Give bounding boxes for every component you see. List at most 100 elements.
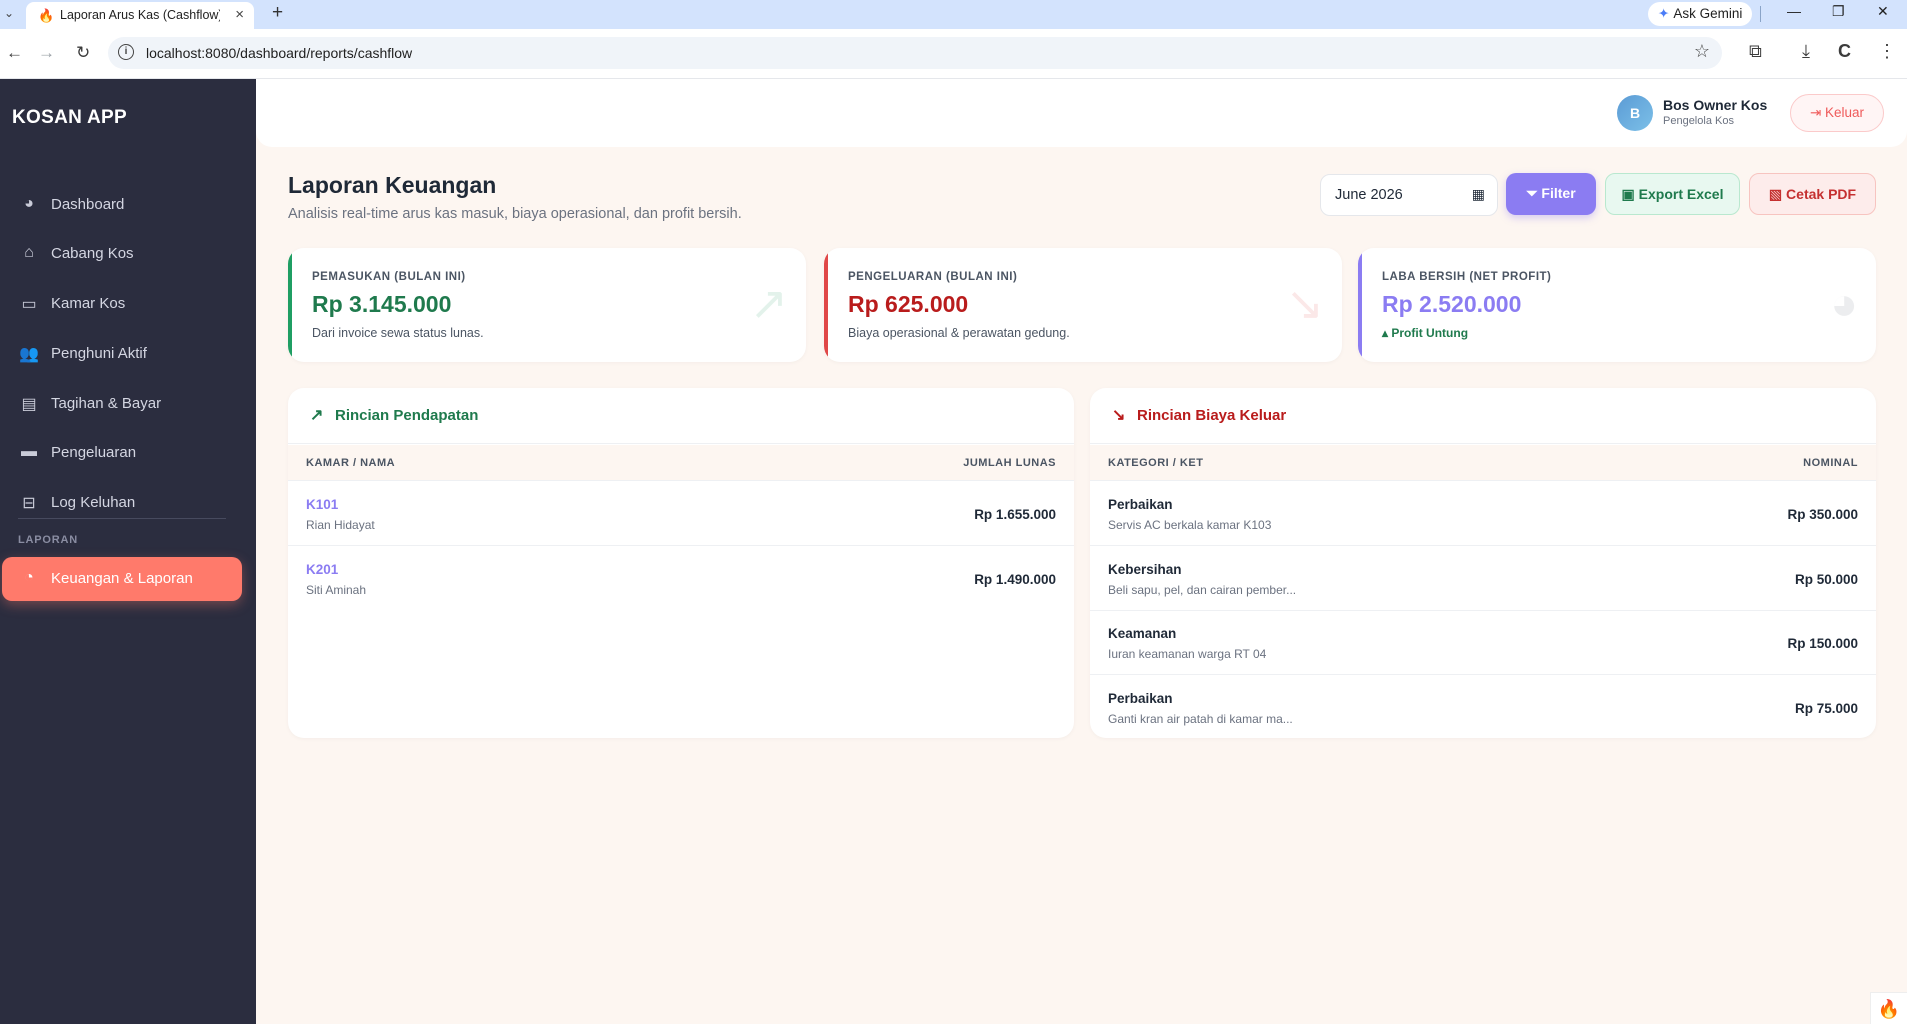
calendar-icon[interactable]: ▦ (1472, 186, 1485, 203)
window-divider (1760, 6, 1761, 22)
profile-icon[interactable]: C (1838, 41, 1851, 62)
back-arrow-icon[interactable]: ← (6, 43, 23, 63)
excel-file-icon: ▣ (1621, 186, 1635, 202)
stat-value: Rp 3.145.000 (312, 291, 452, 317)
user-name: Bos Owner Kos (1663, 97, 1768, 113)
table-row[interactable]: Perbaikan Servis AC berkala kamar K103 R… (1090, 482, 1876, 546)
profit-stat-card: LABA BERSIH (NET PROFIT) Rp 2.520.000 ▴ … (1358, 248, 1876, 362)
sidebar-item-label: Pengeluaran (51, 444, 137, 461)
close-window-icon[interactable]: ✕ (1877, 3, 1889, 20)
filter-button[interactable]: ⏷ Filter (1506, 173, 1596, 215)
sidebar-item-cabang-kos[interactable]: ⌂ Cabang Kos (2, 232, 242, 276)
amount: Rp 350.000 (1787, 507, 1858, 522)
filter-label: Filter (1541, 185, 1576, 201)
sidebar-item-label: Log Keluhan (51, 494, 136, 511)
stat-value: Rp 2.520.000 (1382, 291, 1522, 317)
sidebar-section-label: LAPORAN (18, 534, 78, 546)
panel-title: Rincian Pendapatan (335, 407, 479, 424)
sidebar-item-tagihan-bayar[interactable]: ▤ Tagihan & Bayar (2, 382, 242, 426)
month-picker[interactable]: June 2026 ▦ (1320, 174, 1498, 216)
table-row[interactable]: Keamanan Iuran keamanan warga RT 04 Rp 1… (1090, 611, 1876, 675)
trend-up-icon: ↗ (749, 277, 788, 329)
table-row[interactable]: Perbaikan Ganti kran air patah di kamar … (1090, 676, 1876, 738)
browser-toolbar: ← → ↻ i localhost:8080/dashboard/reports… (0, 29, 1907, 79)
sidebar-item-keuangan-laporan[interactable]: ◔ Keuangan & Laporan (2, 557, 242, 601)
amount: Rp 1.490.000 (974, 572, 1056, 587)
column-header: NOMINAL (1803, 457, 1858, 469)
month-value: June 2026 (1335, 187, 1403, 203)
stat-label: LABA BERSIH (NET PROFIT) (1382, 271, 1552, 283)
tenant-name: Siti Aminah (306, 583, 367, 597)
ask-gemini-button[interactable]: ✦ Ask Gemini (1648, 2, 1753, 26)
print-pdf-button[interactable]: ▧ Cetak PDF (1749, 173, 1876, 215)
expense-category: Perbaikan (1108, 497, 1173, 512)
new-tab-icon[interactable]: + (272, 2, 283, 24)
sidebar-item-penghuni-aktif[interactable]: 👥 Penghuni Aktif (2, 332, 242, 376)
address-bar[interactable]: i localhost:8080/dashboard/reports/cashf… (108, 37, 1722, 69)
card-accent (1358, 248, 1362, 362)
sidebar-item-kamar-kos[interactable]: ▭ Kamar Kos (2, 282, 242, 326)
sidebar-divider (18, 518, 226, 519)
site-info-icon[interactable]: i (118, 44, 134, 60)
room-link[interactable]: K101 (306, 497, 338, 512)
sidebar-item-label: Kamar Kos (51, 295, 126, 312)
logout-label: Keluar (1825, 105, 1865, 120)
flame-icon[interactable]: 🔥 (1870, 992, 1907, 1024)
card-accent (288, 248, 292, 362)
top-header: B Bos Owner Kos Pengelola Kos ⇥ Keluar (256, 79, 1907, 147)
sidebar-item-label: Dashboard (51, 196, 125, 213)
expense-description: Ganti kran air patah di kamar ma... (1108, 712, 1293, 726)
stat-label: PENGELUARAN (BULAN INI) (848, 271, 1018, 283)
table-row[interactable]: K101 Rian Hidayat Rp 1.655.000 (288, 482, 1074, 546)
table-header: KAMAR / NAMA JUMLAH LUNAS (288, 445, 1074, 481)
sidebar-item-label: Keuangan & Laporan (51, 570, 193, 587)
page-subtitle: Analisis real-time arus kas masuk, biaya… (288, 206, 742, 222)
trend-up-icon: ↗ (310, 407, 324, 424)
panel-title: Rincian Biaya Keluar (1137, 407, 1287, 424)
column-header: JUMLAH LUNAS (963, 457, 1056, 469)
minimize-icon[interactable]: — (1787, 3, 1801, 19)
income-stat-card: PEMASUKAN (BULAN INI) Rp 3.145.000 Dari … (288, 248, 806, 362)
export-excel-button[interactable]: ▣ Export Excel (1605, 173, 1740, 215)
table-row[interactable]: Kebersihan Beli sapu, pel, dan cairan pe… (1090, 547, 1876, 611)
bookmark-star-icon[interactable]: ☆ (1694, 41, 1710, 62)
sidebar-item-label: Cabang Kos (51, 245, 134, 262)
expense-category: Kebersihan (1108, 562, 1182, 577)
profit-status: ▴ Profit Untung (1382, 326, 1468, 340)
room-link[interactable]: K201 (306, 562, 338, 577)
tab-title: Laporan Arus Kas (Cashflow) - K (60, 8, 220, 22)
table-header: KATEGORI / KET NOMINAL (1090, 445, 1876, 481)
profit-status-label: Profit Untung (1391, 326, 1469, 340)
tab-close-icon[interactable]: × (235, 6, 244, 23)
home-icon: ⌂ (24, 244, 34, 261)
download-icon[interactable]: ⤓ (1802, 41, 1810, 62)
user-role: Pengelola Kos (1663, 115, 1734, 127)
extensions-icon[interactable]: ⧉ (1749, 41, 1762, 62)
brand-logo: KOSAN APP (12, 107, 127, 128)
browser-tab[interactable]: 🔥 Laporan Arus Kas (Cashflow) - K × (26, 2, 254, 29)
avatar[interactable]: B (1617, 95, 1653, 131)
forward-arrow-icon[interactable]: → (38, 43, 55, 63)
tab-search-icon[interactable]: ⌄ (4, 6, 14, 20)
trend-down-icon: ↘ (1285, 277, 1324, 329)
more-menu-icon[interactable]: ⋮ (1878, 41, 1896, 62)
card-accent (824, 248, 828, 362)
table-row[interactable]: K201 Siti Aminah Rp 1.490.000 (288, 547, 1074, 611)
amount: Rp 150.000 (1787, 636, 1858, 651)
restore-icon[interactable]: ❐ (1832, 3, 1845, 20)
reload-icon[interactable]: ↻ (76, 43, 90, 63)
logout-button[interactable]: ⇥ Keluar (1790, 94, 1884, 132)
sidebar-item-pengeluaran[interactable]: ▬ Pengeluaran (2, 431, 242, 475)
browser-tabbar: ⌄ 🔥 Laporan Arus Kas (Cashflow) - K × + … (0, 0, 1907, 29)
expense-description: Servis AC berkala kamar K103 (1108, 518, 1272, 532)
amount: Rp 50.000 (1794, 572, 1858, 587)
expense-category: Perbaikan (1108, 691, 1173, 706)
chart-pie-icon: ◕ (1830, 277, 1858, 329)
column-header: KATEGORI / KET (1108, 457, 1204, 469)
stat-note: Biaya operasional & perawatan gedung. (848, 326, 1070, 340)
pdf-label: Cetak PDF (1786, 186, 1857, 202)
chart-pie-icon: ◔ (24, 569, 34, 586)
trend-down-icon: ↘ (1112, 407, 1126, 424)
tenant-name: Rian Hidayat (306, 518, 375, 532)
sidebar-item-dashboard[interactable]: ◕ Dashboard (2, 183, 242, 227)
